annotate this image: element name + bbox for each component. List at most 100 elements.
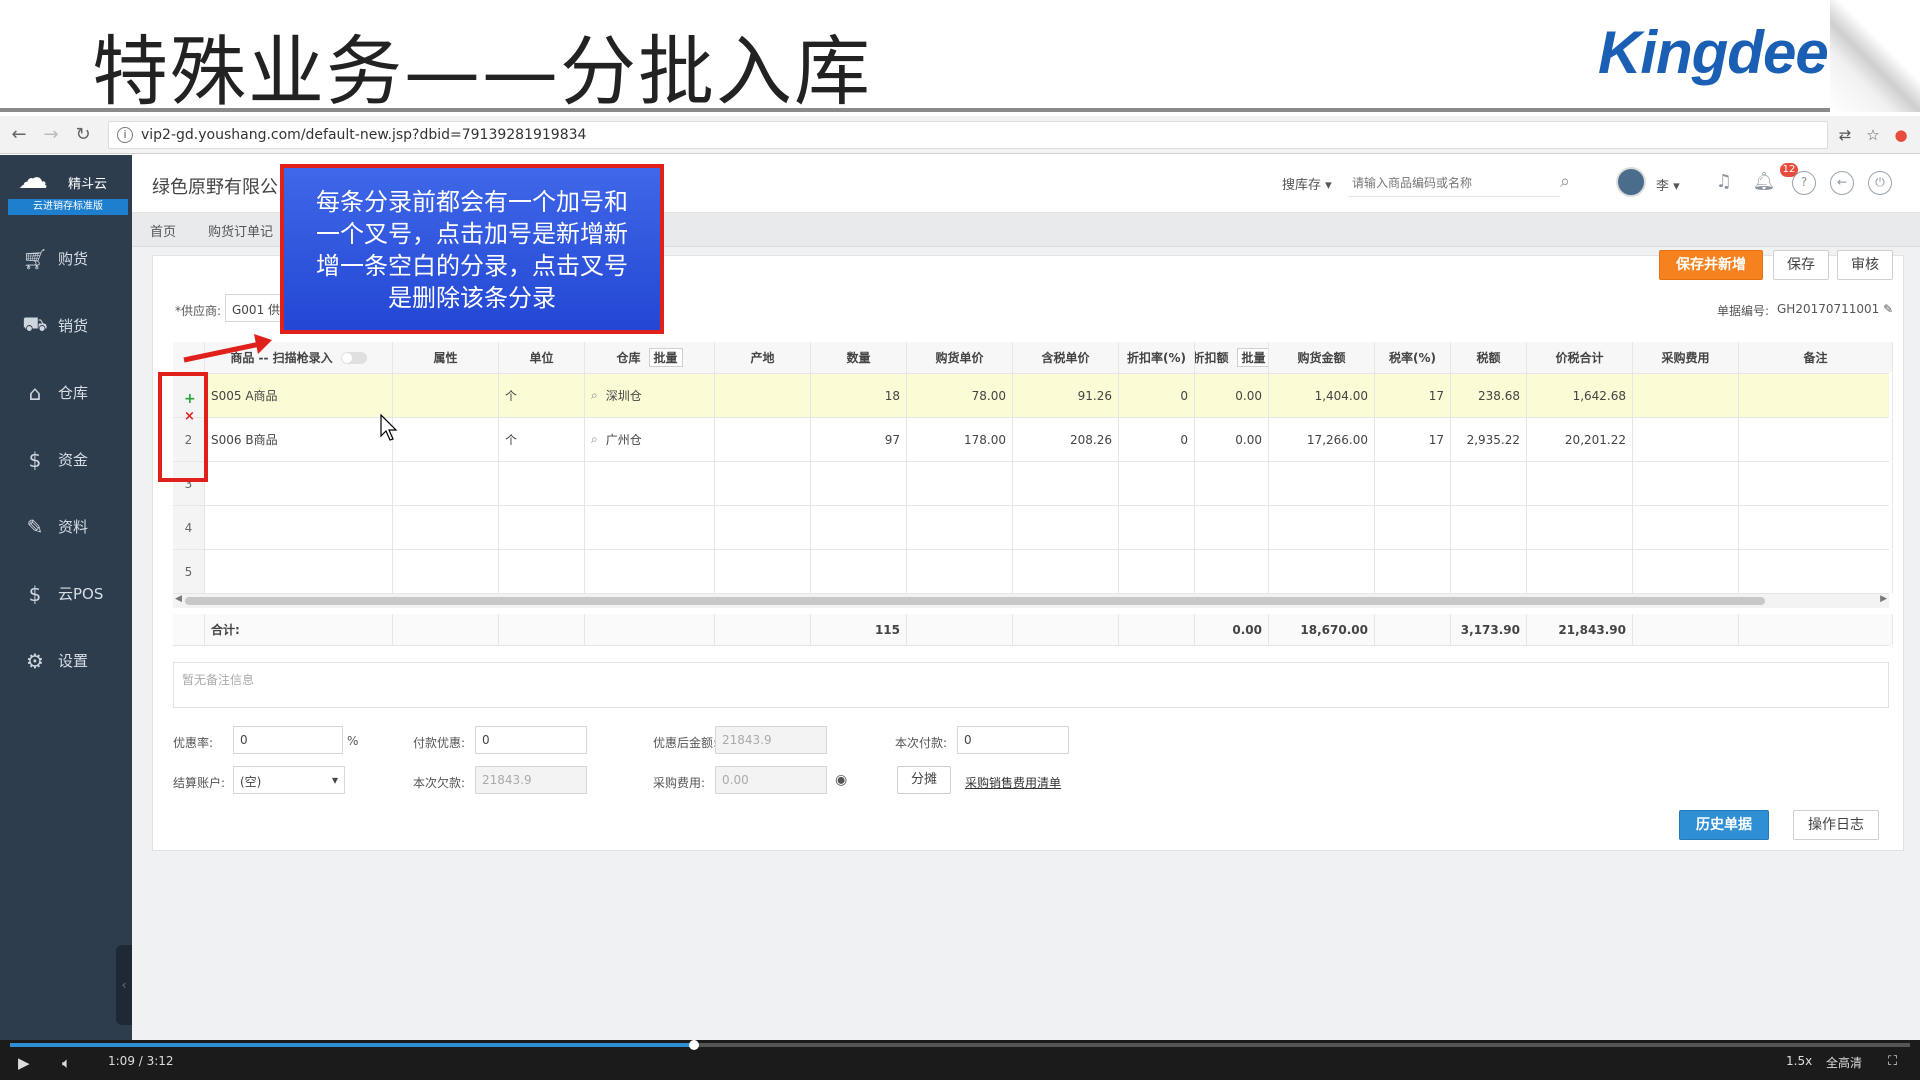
table-cell[interactable] bbox=[907, 550, 1013, 593]
back-icon[interactable]: ← bbox=[6, 122, 32, 148]
discount-rate-field[interactable]: 0 bbox=[233, 726, 343, 754]
horizontal-scrollbar[interactable]: ◀ ▶ bbox=[173, 594, 1889, 608]
translate-icon[interactable]: ⇄ bbox=[1834, 124, 1856, 146]
table-cell[interactable] bbox=[205, 462, 393, 505]
table-cell[interactable] bbox=[1269, 550, 1375, 593]
table-cell[interactable] bbox=[499, 506, 585, 549]
quality-control[interactable]: 全高清 bbox=[1826, 1054, 1862, 1071]
save-button[interactable]: 保存 bbox=[1773, 250, 1829, 280]
table-cell[interactable] bbox=[1451, 550, 1527, 593]
save-new-button[interactable]: 保存并新增 bbox=[1659, 250, 1763, 280]
table-cell[interactable]: 18 bbox=[811, 374, 907, 417]
speed-control[interactable]: 1.5x bbox=[1786, 1054, 1812, 1068]
help-icon[interactable]: ? bbox=[1792, 171, 1816, 195]
extension-icon[interactable]: ● bbox=[1890, 124, 1912, 146]
sidebar-collapse-handle[interactable]: ‹ bbox=[116, 945, 132, 1025]
table-cell[interactable]: S005 A商品 bbox=[205, 374, 393, 417]
search-icon[interactable]: ⌕ bbox=[591, 432, 598, 447]
table-cell[interactable] bbox=[1633, 506, 1739, 549]
volume-icon[interactable]: 🔈︎ bbox=[62, 1054, 71, 1072]
table-cell[interactable]: 0 bbox=[1119, 418, 1195, 461]
table-cell[interactable] bbox=[393, 462, 499, 505]
table-cell[interactable] bbox=[715, 418, 811, 461]
table-cell[interactable] bbox=[1269, 462, 1375, 505]
table-cell[interactable] bbox=[205, 550, 393, 593]
table-cell[interactable] bbox=[907, 462, 1013, 505]
table-cell[interactable] bbox=[1269, 506, 1375, 549]
table-cell[interactable]: 178.00 bbox=[907, 418, 1013, 461]
info-icon[interactable]: i bbox=[117, 126, 133, 143]
table-cell[interactable] bbox=[1633, 550, 1739, 593]
fullscreen-icon[interactable]: ⛶ bbox=[1888, 1054, 1897, 1069]
add-row-icon[interactable]: + bbox=[184, 392, 198, 406]
forward-icon[interactable]: → bbox=[38, 122, 64, 148]
batch-warehouse-button[interactable]: 批量 bbox=[648, 348, 683, 367]
table-cell[interactable]: 238.68 bbox=[1451, 374, 1527, 417]
pay-discount-field[interactable]: 0 bbox=[475, 726, 587, 754]
table-cell[interactable] bbox=[1527, 462, 1633, 505]
log-button[interactable]: 操作日志 bbox=[1793, 810, 1879, 840]
table-cell[interactable] bbox=[393, 374, 499, 417]
table-cell[interactable] bbox=[1633, 418, 1739, 461]
table-cell[interactable] bbox=[715, 550, 811, 593]
table-cell[interactable] bbox=[1527, 550, 1633, 593]
batch-discount-button[interactable]: 批量 bbox=[1236, 348, 1268, 367]
table-cell[interactable] bbox=[1375, 506, 1451, 549]
table-cell[interactable]: 0 bbox=[1119, 374, 1195, 417]
table-cell[interactable] bbox=[585, 550, 715, 593]
table-cell[interactable] bbox=[1633, 374, 1739, 417]
split-button[interactable]: 分摊 bbox=[897, 766, 951, 794]
power-icon[interactable]: ⏻ bbox=[1868, 171, 1892, 195]
search-input[interactable] bbox=[1348, 169, 1560, 197]
table-cell[interactable] bbox=[585, 462, 715, 505]
table-cell[interactable]: 0.00 bbox=[1195, 418, 1269, 461]
sidebar-item-sales[interactable]: ⛟ 销货 bbox=[0, 292, 132, 359]
sidebar-item-funds[interactable]: $ 资金 bbox=[0, 426, 132, 493]
table-cell[interactable]: 17,266.00 bbox=[1269, 418, 1375, 461]
table-cell[interactable] bbox=[499, 462, 585, 505]
scan-toggle[interactable] bbox=[340, 351, 367, 364]
table-cell[interactable]: 个 bbox=[499, 374, 585, 417]
table-cell[interactable] bbox=[715, 374, 811, 417]
table-cell[interactable] bbox=[1195, 550, 1269, 593]
table-cell[interactable]: 78.00 bbox=[907, 374, 1013, 417]
doc-number-value[interactable]: GH20170711001 ✎ bbox=[1777, 302, 1893, 316]
table-cell[interactable] bbox=[811, 550, 907, 593]
user-menu[interactable]: 李 ▾ bbox=[1656, 175, 1680, 194]
pay-now-field[interactable]: 0 bbox=[957, 726, 1069, 754]
search-scope-select[interactable]: 搜库存 ▾ bbox=[1282, 174, 1332, 193]
table-cell[interactable] bbox=[811, 462, 907, 505]
table-cell[interactable] bbox=[1375, 550, 1451, 593]
search-icon[interactable]: ⌕ bbox=[1560, 171, 1570, 192]
table-cell[interactable]: ⌕ 深圳仓 bbox=[585, 374, 715, 417]
table-cell[interactable] bbox=[1013, 462, 1119, 505]
eye-icon[interactable]: ◉ bbox=[835, 772, 847, 788]
table-cell[interactable]: 1,404.00 bbox=[1269, 374, 1375, 417]
table-cell[interactable] bbox=[1739, 462, 1893, 505]
table-cell[interactable] bbox=[1013, 550, 1119, 593]
scroll-thumb[interactable] bbox=[185, 597, 1765, 605]
table-cell[interactable]: 个 bbox=[499, 418, 585, 461]
table-cell[interactable] bbox=[811, 506, 907, 549]
video-progress-bar[interactable] bbox=[10, 1040, 1910, 1050]
table-cell[interactable]: 97 bbox=[811, 418, 907, 461]
address-bar[interactable]: i vip2-gd.youshang.com/default-new.jsp?d… bbox=[108, 120, 1828, 149]
table-cell[interactable] bbox=[499, 550, 585, 593]
bookmark-star-icon[interactable]: ☆ bbox=[1862, 124, 1884, 146]
table-cell[interactable] bbox=[1195, 462, 1269, 505]
table-cell[interactable]: 17 bbox=[1375, 418, 1451, 461]
back-circle-icon[interactable]: ← bbox=[1830, 171, 1854, 195]
table-cell[interactable]: 20,201.22 bbox=[1527, 418, 1633, 461]
table-cell[interactable] bbox=[1013, 506, 1119, 549]
scroll-right-icon[interactable]: ▶ bbox=[1880, 594, 1887, 604]
scroll-left-icon[interactable]: ◀ bbox=[175, 594, 182, 604]
table-cell[interactable] bbox=[393, 550, 499, 593]
edit-icon[interactable]: ✎ bbox=[1883, 302, 1893, 316]
table-cell[interactable]: ⌕ 广州仓 bbox=[585, 418, 715, 461]
headset-icon[interactable]: ♫ bbox=[1712, 171, 1736, 195]
table-cell[interactable] bbox=[715, 462, 811, 505]
history-button[interactable]: 历史单据 bbox=[1679, 810, 1769, 840]
progress-knob[interactable] bbox=[689, 1040, 699, 1050]
play-icon[interactable]: ▶ bbox=[18, 1054, 30, 1072]
table-cell[interactable] bbox=[393, 506, 499, 549]
